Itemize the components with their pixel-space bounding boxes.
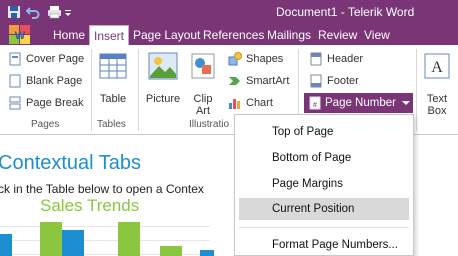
footer-icon [309,74,323,88]
menu-separator [239,227,409,228]
pages-group-label: Pages [31,119,60,130]
ribbon-separator [416,49,417,131]
header-label: Header [327,53,364,65]
chart-label: Chart [246,97,273,109]
chart-bar [200,250,214,256]
smartart-button[interactable]: SmartArt [228,72,289,90]
chevron-down-icon [401,100,410,106]
menu-item-bottom-of-page[interactable]: Bottom of Page [239,147,409,169]
table-icon [98,51,128,81]
picture-label: Picture [145,93,181,105]
menu-item-format-page-numbers[interactable]: Format Page Numbers... [239,234,409,256]
text-box-icon: A [422,51,452,81]
save-icon[interactable] [6,4,22,20]
chart-gridline [0,240,210,241]
text-box-button[interactable]: A Text Box [420,51,454,117]
blank-page-icon [8,74,22,88]
file-menu-button[interactable]: W [4,22,36,45]
footer-button[interactable]: Footer [309,72,359,90]
picture-icon [148,51,178,81]
ribbon-tab-row: W Home Insert Page Layout References Mai… [0,24,458,45]
svg-text:#: # [313,102,317,109]
blank-page-button[interactable]: Blank Page [8,72,82,90]
document-text-line: ck in the Table below to open a Contex [0,182,204,196]
tables-group-label: Tables [97,119,126,130]
svg-text:A: A [431,59,443,76]
chart-title: Sales Trends [40,196,140,215]
shapes-button[interactable]: Shapes [228,50,283,68]
table-button[interactable]: Table [96,51,130,105]
blank-page-label: Blank Page [26,75,83,87]
title-bar: Document1 - Telerik Word [0,0,458,24]
chart-gridline [0,226,210,227]
clip-art-icon [188,51,218,81]
svg-text:W: W [15,30,26,42]
page-number-dropdown: Top of Page Bottom of Page Page Margins … [234,114,414,256]
chart-bar [62,230,84,256]
print-icon[interactable] [46,4,62,20]
page-break-icon [8,96,22,110]
window-title: Document1 - Telerik Word [276,5,415,19]
clip-art-label-line2: Art [195,105,211,117]
tab-view[interactable]: View [364,27,390,43]
tab-insert[interactable]: Insert [89,25,130,45]
ribbon-separator [91,49,92,131]
page-break-label: Page Break [26,97,84,109]
shapes-label: Shapes [246,53,284,65]
tab-references[interactable]: References [203,27,264,43]
smartart-icon [228,74,242,88]
tab-review[interactable]: Review [318,27,357,43]
chart-bar [40,222,62,256]
menu-item-top-of-page[interactable]: Top of Page [239,121,409,143]
header-button[interactable]: Header [309,50,363,68]
menu-item-page-margins[interactable]: Page Margins [239,173,409,195]
text-box-label-line2: Box [427,105,447,117]
text-box-label-line1: Text [426,93,448,105]
cover-page-button[interactable]: Cover Page [8,50,84,68]
picture-button[interactable]: Picture [143,51,183,105]
clip-art-label-line1: Clip [193,93,213,105]
chart-bar [0,234,12,256]
tab-home[interactable]: Home [53,27,85,43]
footer-label: Footer [327,75,359,87]
tab-mailings[interactable]: Mailings [267,27,311,43]
page-number-label: Page Number [325,97,396,109]
ribbon-separator [138,49,139,131]
tab-page-layout[interactable]: Page Layout [133,27,200,43]
header-icon [309,52,323,66]
table-label: Table [99,93,127,105]
customize-toolbar-icon[interactable] [63,4,73,20]
clip-art-button[interactable]: Clip Art [188,51,218,117]
cover-page-label: Cover Page [26,53,85,65]
menu-item-current-position[interactable]: Current Position [239,198,409,220]
page-number-button[interactable]: # Page Number [304,93,413,113]
chart-button[interactable]: Chart [228,94,273,112]
chart-icon [228,96,242,110]
page-break-button[interactable]: Page Break [8,94,83,112]
page-number-icon: # [309,96,321,110]
undo-icon[interactable] [25,4,41,20]
illustrations-group-label: Illustratio [189,119,230,130]
cover-page-icon [8,52,22,66]
chart-bar [160,246,182,256]
chart-bar [118,222,140,256]
smartart-label: SmartArt [246,75,290,87]
shapes-icon [228,52,242,66]
document-heading: Contextual Tabs [0,152,142,174]
